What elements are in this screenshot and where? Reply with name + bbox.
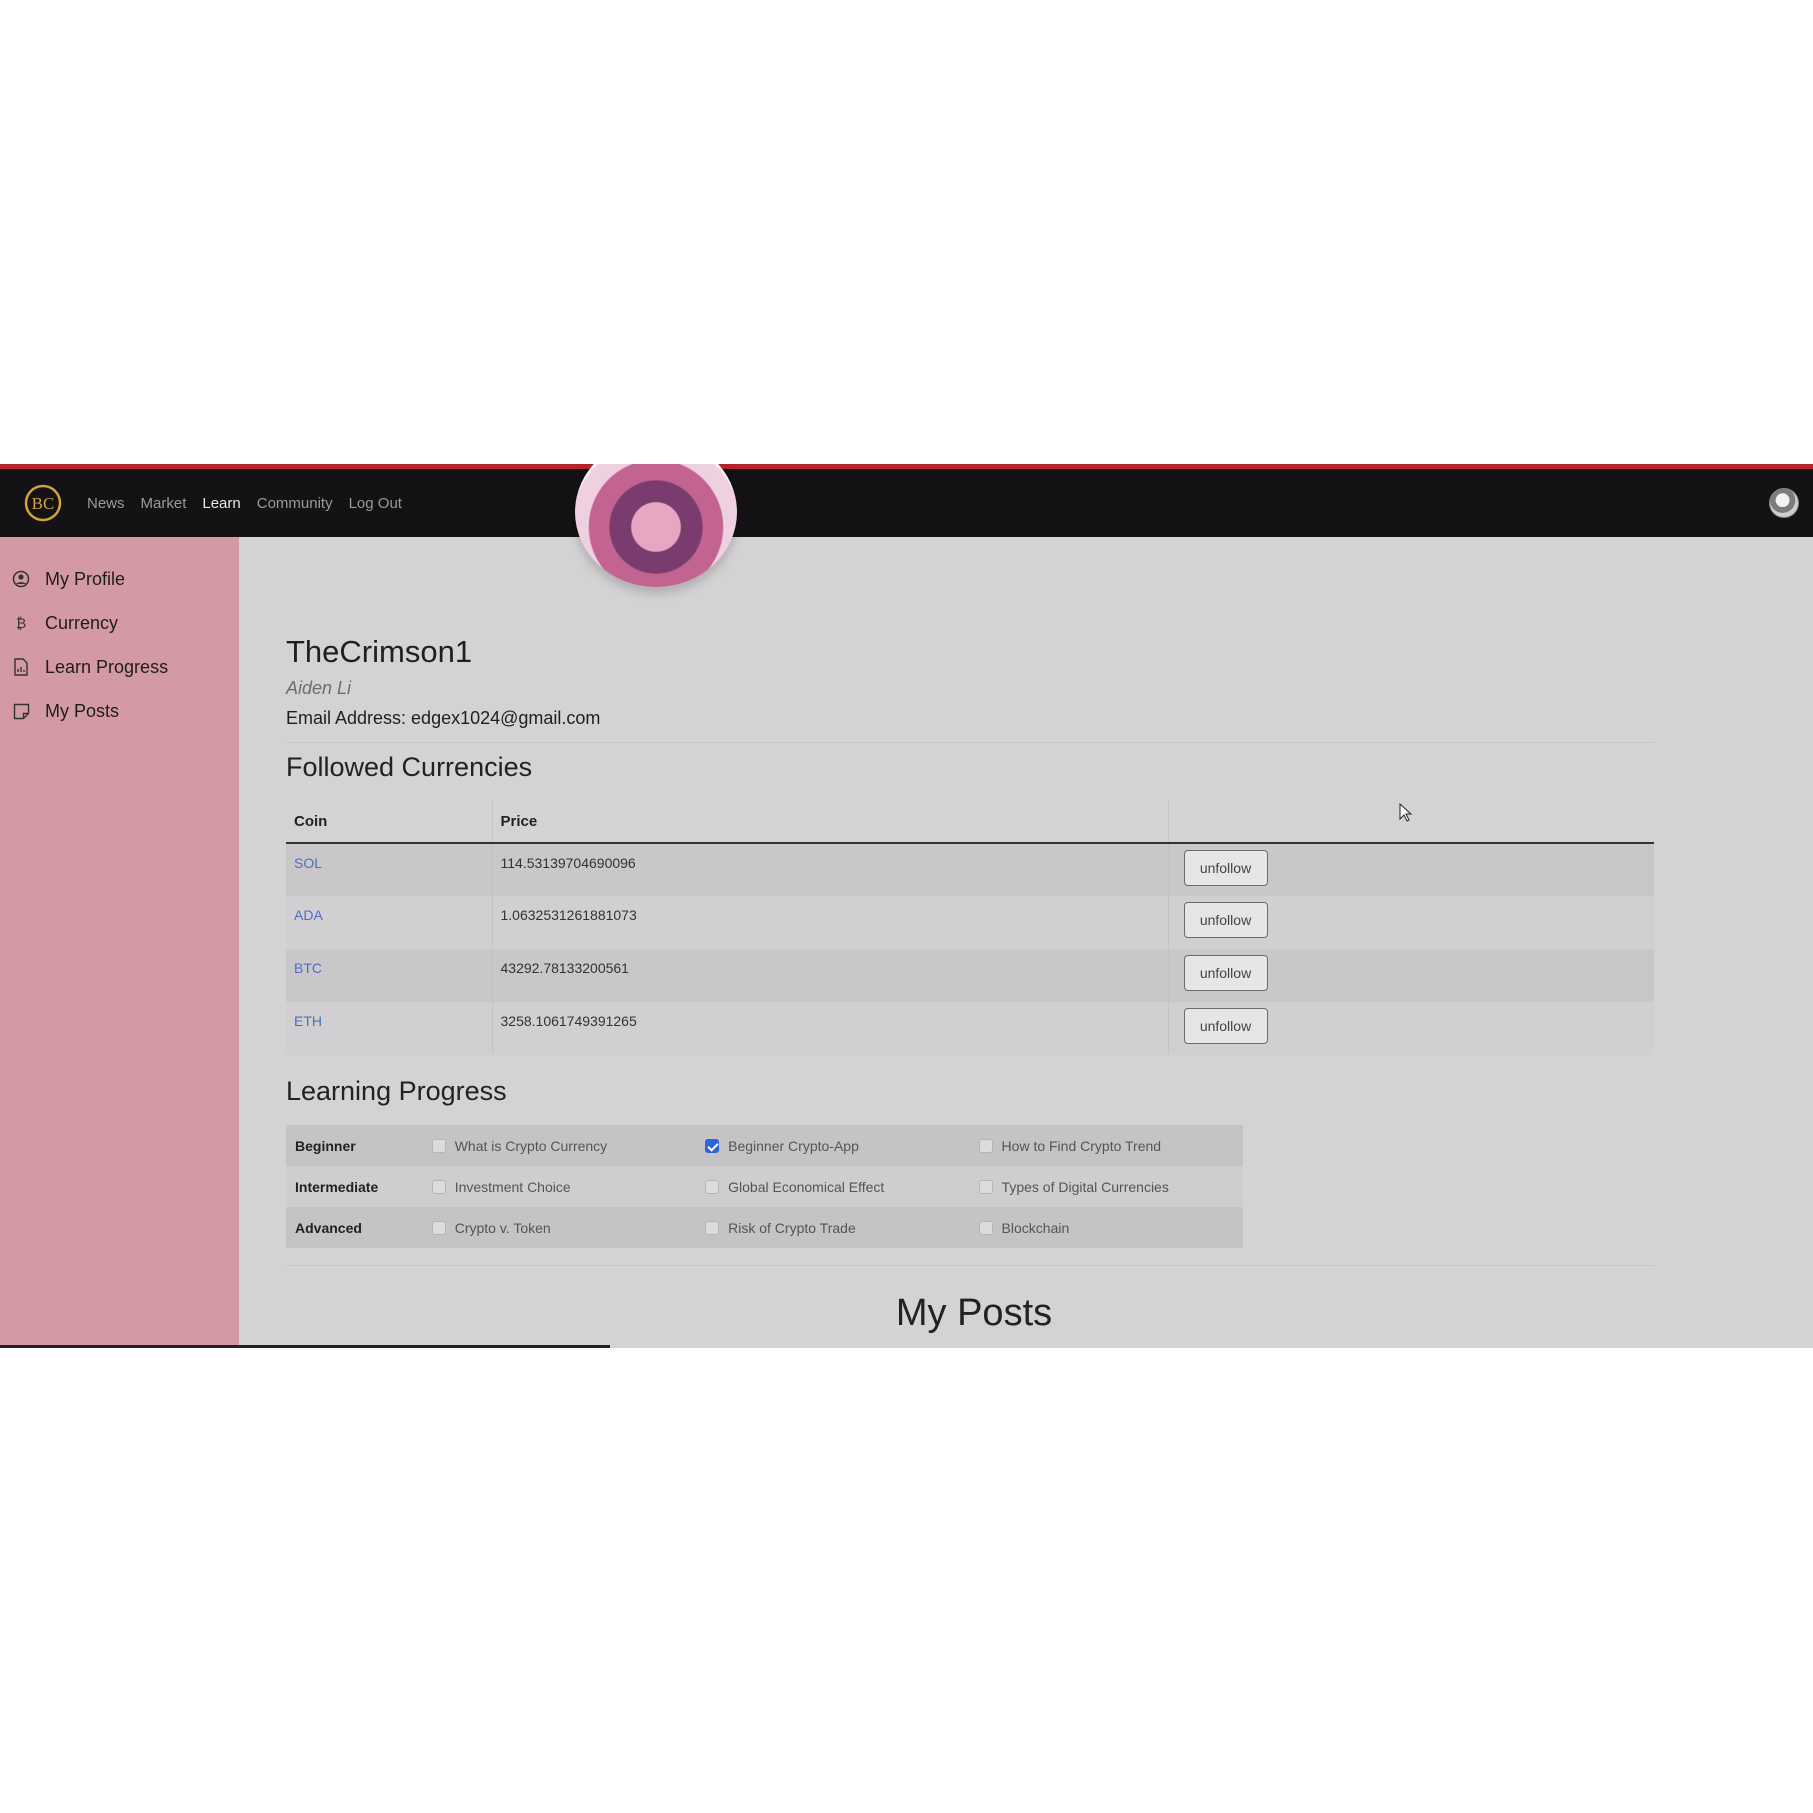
column-header-price: Price — [492, 801, 1169, 844]
svg-text:BC: BC — [32, 494, 55, 513]
lesson-label: Investment Choice — [454, 1178, 571, 1195]
profile-picture — [575, 464, 737, 587]
lesson-checkbox[interactable] — [705, 1220, 720, 1235]
level-label: Beginner — [286, 1125, 423, 1166]
mouse-cursor-icon — [1399, 803, 1413, 822]
sidebar-item-my-posts[interactable]: My Posts — [0, 689, 239, 733]
lesson-checkbox[interactable] — [978, 1138, 993, 1153]
user-avatar[interactable] — [1769, 488, 1799, 518]
lesson-item[interactable]: Global Economical Effect — [696, 1166, 970, 1207]
bitcoin-icon: ₿ — [15, 615, 27, 631]
sidebar-item-learn-progress[interactable]: Learn Progress — [0, 645, 239, 689]
lesson-checkbox[interactable] — [705, 1179, 720, 1194]
followed-currencies-title: Followed Currencies — [286, 752, 533, 782]
horizontal-scrollbar[interactable] — [0, 1345, 610, 1348]
lesson-checkbox[interactable] — [978, 1220, 993, 1235]
coin-link-btc[interactable]: BTC — [294, 960, 322, 976]
price-cell: 114.53139704690096 — [492, 843, 1169, 896]
main-content: TheCrimson1 Aiden Li Email Address: edge… — [239, 464, 1813, 1348]
user-circle-icon — [12, 570, 30, 588]
profile-full-name: Aiden Li — [286, 678, 352, 698]
sidebar-item-currency[interactable]: ₿ Currency — [0, 601, 239, 645]
document-chart-icon — [12, 658, 30, 676]
lesson-label: How to Find Crypto Trend — [1001, 1137, 1162, 1154]
sidebar-item-label: Currency — [45, 612, 119, 633]
sidebar: My Profile ₿ Currency Learn Progress My … — [0, 537, 239, 1348]
progress-row-intermediate: Intermediate Investment Choice Global Ec… — [286, 1166, 1243, 1207]
coin-link-ada[interactable]: ADA — [294, 907, 323, 923]
nav-link-community[interactable]: Community — [257, 495, 333, 512]
unfollow-button[interactable]: unfollow — [1183, 955, 1268, 991]
nav-link-market[interactable]: Market — [141, 495, 187, 512]
sidebar-item-label: Learn Progress — [45, 656, 169, 677]
unfollow-button[interactable]: unfollow — [1183, 850, 1268, 886]
profile-email: Email Address: edgex1024@gmail.com — [286, 708, 601, 728]
table-row: ETH 3258.1061749391265 unfollow — [286, 1002, 1654, 1055]
table-row: BTC 43292.78133200561 unfollow — [286, 949, 1654, 1002]
lesson-item[interactable]: Beginner Crypto-App — [696, 1125, 970, 1166]
learning-progress-title: Learning Progress — [286, 1076, 507, 1106]
followed-currencies-table: Coin Price SOL 114.53139704690096 unfoll… — [286, 801, 1654, 1055]
price-cell: 43292.78133200561 — [492, 949, 1169, 1002]
lesson-item[interactable]: Types of Digital Currencies — [969, 1166, 1243, 1207]
lesson-label: Crypto v. Token — [454, 1219, 551, 1236]
table-row: ADA 1.0632531261881073 unfollow — [286, 896, 1654, 949]
level-label: Intermediate — [286, 1166, 423, 1207]
lesson-item[interactable]: Blockchain — [969, 1207, 1243, 1248]
divider — [286, 742, 1654, 743]
learning-progress-table: Beginner What is Crypto Currency Beginne… — [286, 1125, 1243, 1248]
column-header-coin: Coin — [286, 801, 493, 844]
lesson-item[interactable]: Risk of Crypto Trade — [696, 1207, 970, 1248]
progress-row-beginner: Beginner What is Crypto Currency Beginne… — [286, 1125, 1243, 1166]
coin-link-sol[interactable]: SOL — [294, 855, 322, 871]
lesson-checkbox[interactable] — [978, 1179, 993, 1194]
lesson-item[interactable]: How to Find Crypto Trend — [969, 1125, 1243, 1166]
lesson-checkbox[interactable] — [431, 1220, 446, 1235]
table-row: SOL 114.53139704690096 unfollow — [286, 843, 1654, 896]
progress-row-advanced: Advanced Crypto v. Token Risk of Crypto … — [286, 1207, 1243, 1248]
price-cell: 3258.1061749391265 — [492, 1002, 1169, 1055]
divider — [286, 1265, 1654, 1266]
lesson-label: Types of Digital Currencies — [1001, 1178, 1169, 1195]
lesson-checkbox[interactable] — [431, 1179, 446, 1194]
logo-icon[interactable]: BC — [23, 483, 63, 523]
coin-link-eth[interactable]: ETH — [294, 1013, 322, 1029]
table-header-row: Coin Price — [286, 801, 1654, 844]
app-window: BC News Market Learn Community Log Out M… — [0, 464, 1813, 1348]
sticky-note-icon — [12, 702, 30, 720]
nav-link-learn[interactable]: Learn — [202, 495, 240, 512]
lesson-label: Risk of Crypto Trade — [728, 1219, 856, 1236]
lesson-label: Beginner Crypto-App — [728, 1137, 859, 1154]
lesson-label: Global Economical Effect — [728, 1178, 885, 1195]
level-label: Advanced — [286, 1207, 423, 1248]
lesson-checkbox[interactable] — [431, 1138, 446, 1153]
lesson-item[interactable]: What is Crypto Currency — [422, 1125, 697, 1166]
sidebar-item-label: My Posts — [45, 700, 120, 721]
nav-link-news[interactable]: News — [87, 495, 125, 512]
lesson-checkbox[interactable] — [705, 1138, 720, 1153]
sidebar-item-my-profile[interactable]: My Profile — [0, 557, 239, 601]
price-cell: 1.0632531261881073 — [492, 896, 1169, 949]
lesson-label: What is Crypto Currency — [454, 1137, 608, 1154]
navbar: BC News Market Learn Community Log Out — [0, 469, 1813, 537]
lesson-label: Blockchain — [1001, 1219, 1070, 1236]
unfollow-button[interactable]: unfollow — [1183, 902, 1268, 938]
nav-link-logout[interactable]: Log Out — [349, 495, 402, 512]
profile-username: TheCrimson1 — [286, 634, 473, 669]
lesson-item[interactable]: Crypto v. Token — [422, 1207, 697, 1248]
sidebar-item-label: My Profile — [45, 568, 126, 589]
my-posts-title: My Posts — [895, 1292, 1053, 1334]
lesson-item[interactable]: Investment Choice — [422, 1166, 697, 1207]
unfollow-button[interactable]: unfollow — [1183, 1008, 1268, 1044]
